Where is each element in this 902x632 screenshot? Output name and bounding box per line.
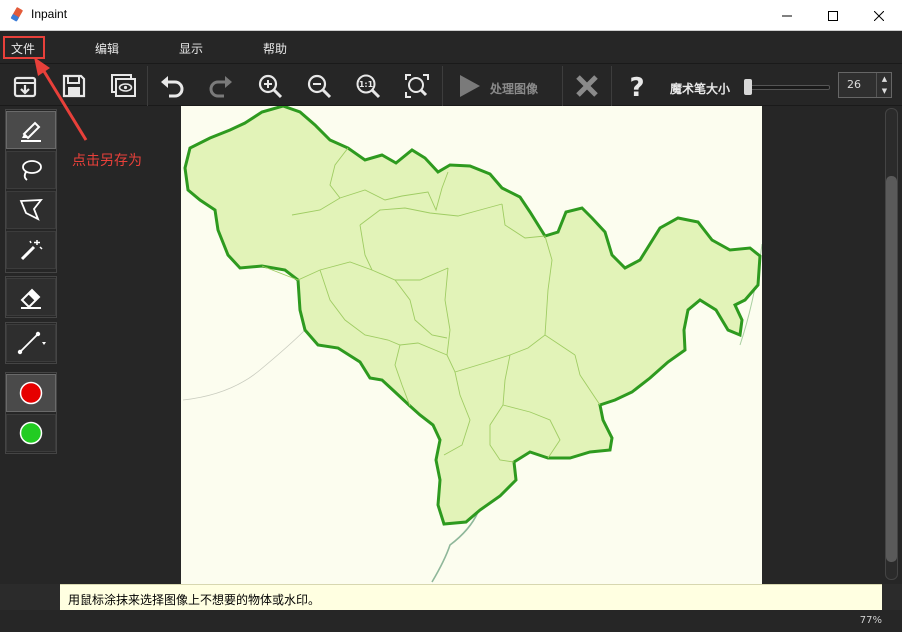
annotation-arrow bbox=[40, 67, 88, 141]
annotation-arrow-head bbox=[34, 57, 50, 76]
annotation-text: 点击另存为 bbox=[72, 153, 142, 169]
annotation-overlay bbox=[34, 57, 88, 141]
